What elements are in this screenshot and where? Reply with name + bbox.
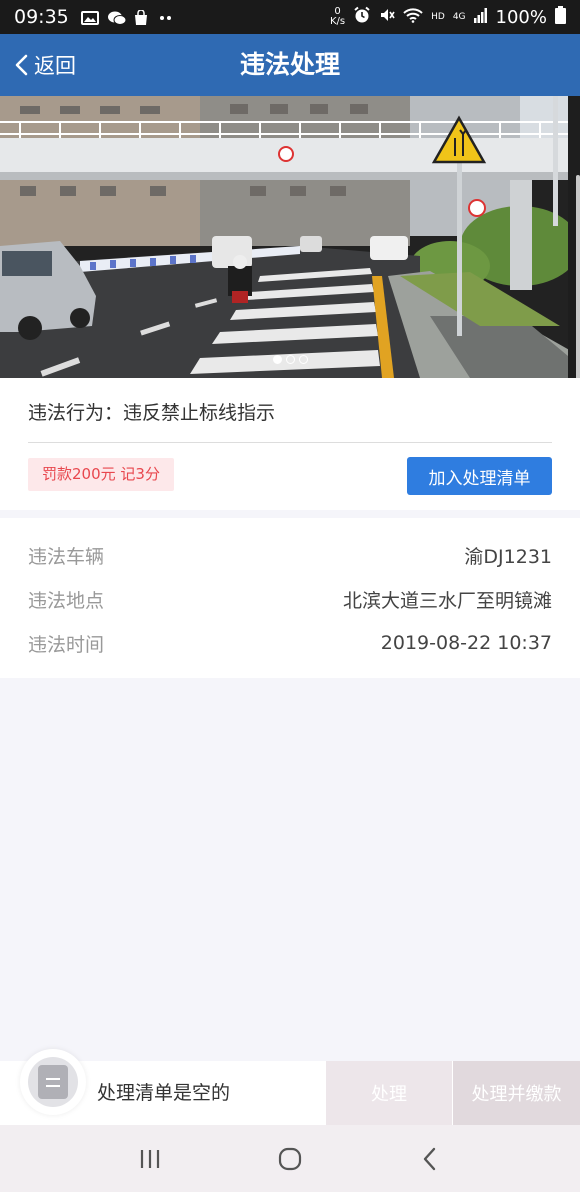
cellular-label: 4G <box>452 12 466 22</box>
signal-icon <box>473 7 488 28</box>
status-time: 09:35 <box>14 6 69 28</box>
wifi-icon <box>403 7 423 28</box>
recents-icon <box>140 1149 160 1168</box>
battery-percent: 100% <box>495 6 547 28</box>
back-nav-button[interactable] <box>400 1134 460 1184</box>
violation-details: 违法车辆 渝DJ1231 违法地点 北滨大道三水厂至明镜滩 违法时间 2019-… <box>0 518 580 678</box>
process-and-pay-button[interactable]: 处理并缴款 <box>453 1061 580 1125</box>
carousel-dot[interactable] <box>298 355 308 364</box>
more-dots-icon <box>159 9 173 25</box>
back-icon <box>423 1147 436 1170</box>
chevron-left-icon <box>15 54 28 76</box>
detail-row-location: 违法地点 北滨大道三水厂至明镜滩 <box>28 577 552 621</box>
home-button[interactable] <box>260 1134 320 1184</box>
detail-label: 违法车辆 <box>28 545 105 568</box>
gallery-icon <box>80 9 99 25</box>
behavior-value: 违反禁止标线指示 <box>123 402 276 424</box>
add-to-list-button[interactable]: 加入处理清单 <box>407 457 552 495</box>
violation-photo <box>0 96 580 378</box>
detail-value: 北滨大道三水厂至明镜滩 <box>342 589 552 612</box>
list-empty-text: 处理清单是空的 <box>97 1082 231 1104</box>
mute-icon <box>379 7 395 28</box>
violation-photo-carousel[interactable] <box>0 96 580 378</box>
page-title: 违法处理 <box>239 50 340 79</box>
violation-behavior: 违法行为：违反禁止标线指示 <box>28 398 275 425</box>
carousel-dot[interactable] <box>272 355 282 364</box>
penalty-badge: 罚款200元 记3分 <box>28 458 174 491</box>
system-nav-bar <box>0 1125 580 1192</box>
battery-icon <box>555 5 566 29</box>
app-header: 返回 违法处理 <box>0 34 580 96</box>
recents-button[interactable] <box>120 1134 180 1184</box>
wechat-icon <box>107 9 127 25</box>
carousel-indicator <box>0 355 580 364</box>
back-label: 返回 <box>34 54 76 78</box>
home-icon <box>278 1147 302 1170</box>
shopping-bag-icon <box>133 9 151 25</box>
detail-value: 2019-08-22 10:37 <box>380 632 552 654</box>
violation-card: 违法行为：违反禁止标线指示 罚款200元 记3分 加入处理清单 <box>0 378 580 510</box>
hd-label: HD <box>431 12 445 22</box>
network-speed: 0 K/s <box>330 7 345 27</box>
alarm-icon <box>353 6 371 29</box>
detail-row-vehicle: 违法车辆 渝DJ1231 <box>28 533 552 577</box>
scroll-indicator <box>576 175 580 395</box>
bottom-action-bar: 处理清单是空的 处理 处理并缴款 <box>0 1049 580 1125</box>
document-list-icon <box>38 1065 68 1099</box>
divider <box>28 442 552 443</box>
speed-unit: K/s <box>329 16 346 27</box>
back-button[interactable]: 返回 <box>14 34 76 96</box>
process-button[interactable]: 处理 <box>326 1061 452 1125</box>
list-icon-bg <box>28 1057 78 1107</box>
behavior-label: 违法行为： <box>28 402 124 424</box>
detail-label: 违法地点 <box>28 589 105 612</box>
detail-label: 违法时间 <box>28 633 105 656</box>
status-bar: 09:35 0 K/s HD 4G 100% <box>0 0 580 34</box>
process-list-button[interactable] <box>20 1049 86 1115</box>
detail-value: 渝DJ1231 <box>464 545 552 568</box>
carousel-dot[interactable] <box>285 355 295 364</box>
detail-row-time: 违法时间 2019-08-22 10:37 <box>28 621 552 665</box>
